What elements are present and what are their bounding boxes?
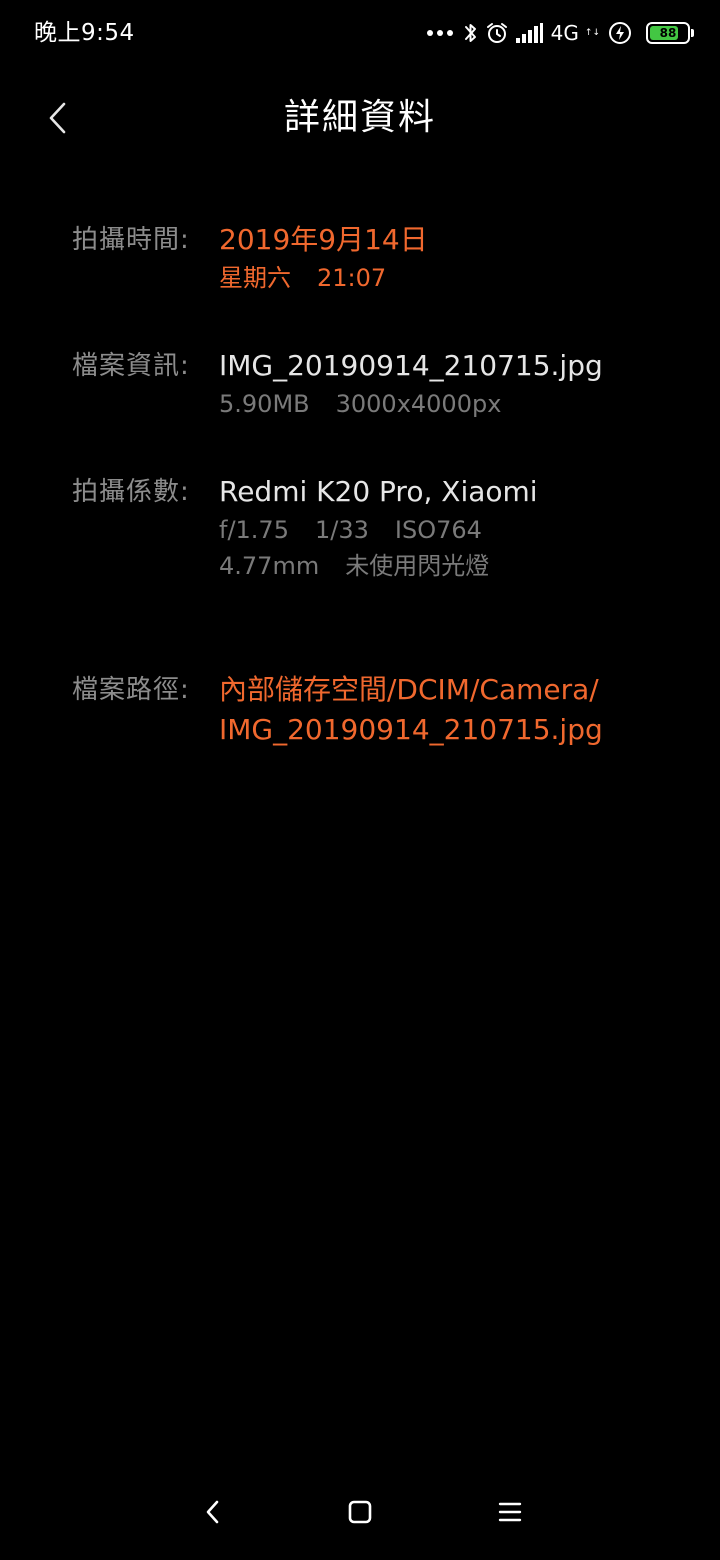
file-path-label: 檔案路徑: bbox=[72, 675, 190, 705]
capture-weekday: 星期六 bbox=[219, 264, 291, 292]
capture-date: 2019年9月14日 bbox=[219, 223, 428, 256]
nav-menu-icon bbox=[498, 1502, 522, 1522]
capture-params-label: 拍攝係數: bbox=[72, 477, 190, 507]
camera-device: Redmi K20 Pro, Xiaomi bbox=[219, 475, 538, 508]
status-bar: 晚上9:54 4G ↑↓ 88 bbox=[0, 0, 720, 66]
charging-icon bbox=[608, 21, 632, 45]
header: 詳細資料 bbox=[0, 76, 720, 160]
aperture: f/1.75 bbox=[219, 516, 289, 544]
nav-home-icon bbox=[348, 1500, 372, 1524]
nav-back-button[interactable] bbox=[183, 1482, 243, 1542]
focal-length: 4.77mm bbox=[219, 552, 320, 580]
file-path-line-2[interactable]: IMG_20190914_210715.jpg bbox=[219, 710, 689, 750]
file-resolution: 3000x4000px bbox=[335, 390, 502, 418]
nav-home-button[interactable] bbox=[330, 1482, 390, 1542]
page-title: 詳細資料 bbox=[283, 97, 436, 138]
file-size-resolution: 5.90MB 3000x4000px bbox=[219, 386, 689, 422]
network-activity: ↑↓ bbox=[584, 28, 600, 38]
iso: ISO764 bbox=[394, 516, 482, 544]
capture-clock: 21:07 bbox=[317, 264, 387, 292]
capture-time-label: 拍攝時間: bbox=[72, 225, 190, 255]
nav-back-icon bbox=[206, 1500, 219, 1524]
nav-menu-button[interactable] bbox=[480, 1482, 540, 1542]
capture-weekday-time: 星期六 21:07 bbox=[219, 260, 689, 296]
battery-level: 88 bbox=[659, 26, 677, 40]
file-path-link[interactable]: 內部儲存空間/DCIM/Camera/ IMG_20190914_210715.… bbox=[219, 670, 689, 750]
shutter-speed: 1/33 bbox=[314, 516, 369, 544]
status-icons: 4G ↑↓ 88 bbox=[426, 18, 694, 48]
exposure-settings: f/1.75 1/33 ISO764 bbox=[219, 512, 689, 548]
more-dots-icon bbox=[426, 30, 453, 36]
network-type: 4G bbox=[550, 21, 579, 45]
lens-flash-info: 4.77mm 未使用閃光燈 bbox=[219, 548, 689, 584]
navigation-bar bbox=[0, 1468, 720, 1560]
bluetooth-icon bbox=[463, 21, 479, 45]
battery-icon: 88 bbox=[646, 22, 694, 44]
file-info-label: 檔案資訊: bbox=[72, 351, 190, 381]
file-path-line-1[interactable]: 內部儲存空間/DCIM/Camera/ bbox=[219, 670, 689, 710]
signal-icon bbox=[515, 22, 543, 44]
alarm-icon bbox=[485, 21, 509, 45]
file-name: IMG_20190914_210715.jpg bbox=[219, 349, 603, 382]
flash-status: 未使用閃光燈 bbox=[345, 552, 490, 580]
status-time: 晚上9:54 bbox=[34, 20, 135, 46]
file-size: 5.90MB bbox=[219, 390, 310, 418]
